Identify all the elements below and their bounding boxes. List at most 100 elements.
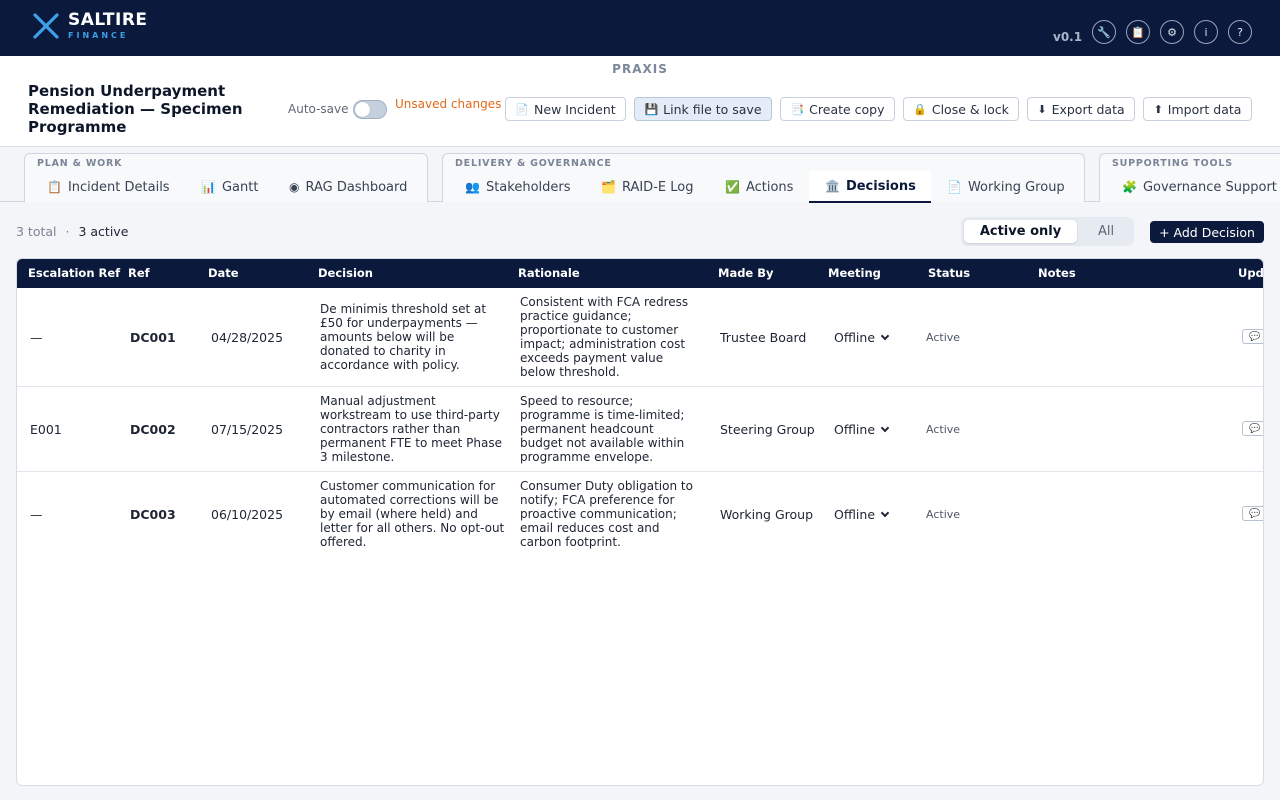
col-notes[interactable]: Notes: [1038, 259, 1076, 288]
col-date[interactable]: Date: [208, 259, 239, 288]
link-file-label: Link file to save: [663, 101, 762, 117]
made-by-cell: Working Group: [720, 507, 814, 522]
group-label-plan-work: PLAN & WORK: [37, 158, 123, 169]
link-file-button[interactable]: 💾 Link file to save: [634, 97, 772, 121]
tab-incident-details[interactable]: 📋 Incident Details: [31, 171, 186, 203]
date-cell: 06/10/2025: [211, 507, 284, 522]
clipboard-icon[interactable]: 📋: [1126, 20, 1150, 44]
upload-icon: ⬆: [1153, 102, 1163, 116]
tab-gantt[interactable]: 📊 Gantt: [185, 171, 274, 203]
import-data-button[interactable]: ⬆ Import data: [1143, 97, 1252, 121]
meeting-select[interactable]: Offline: [834, 507, 890, 522]
table-row[interactable]: — DC001 04/28/2025 De minimis threshold …: [17, 288, 1263, 387]
folder-icon: 🗂️: [601, 180, 616, 194]
escalation-ref-cell: —: [30, 507, 43, 522]
meeting-value: Offline: [834, 507, 876, 522]
import-data-label: Import data: [1167, 101, 1242, 117]
document-icon: 📄: [947, 180, 962, 194]
active-count: 3 active: [78, 224, 129, 239]
tab-label: Incident Details: [67, 179, 170, 195]
saltire-cross-icon: [33, 13, 59, 39]
group-label-delivery-governance: DELIVERY & GOVERNANCE: [455, 158, 612, 169]
escalation-ref-cell: E001: [30, 422, 62, 437]
total-count: 3 total: [16, 224, 57, 239]
decision-cell: De minimis threshold set at £50 for unde…: [320, 302, 487, 372]
summary-separator: ·: [65, 224, 70, 239]
chevron-down-icon: [880, 423, 890, 432]
filter-all[interactable]: All: [1081, 220, 1131, 243]
col-decision[interactable]: Decision: [318, 259, 373, 288]
comment-button[interactable]: 💬: [1242, 421, 1263, 436]
export-data-button[interactable]: ⬇ Export data: [1027, 97, 1135, 121]
target-icon: ◉: [289, 180, 300, 194]
date-cell: 07/15/2025: [211, 422, 284, 437]
col-made-by[interactable]: Made By: [718, 259, 774, 288]
table-row[interactable]: — DC003 06/10/2025 Customer communicatio…: [17, 472, 1263, 557]
group-label-supporting-tools: SUPPORTING TOOLS: [1112, 158, 1233, 169]
col-updates[interactable]: Upda: [1238, 259, 1263, 288]
tab-working-group[interactable]: 📄 Working Group: [931, 171, 1081, 203]
meeting-value: Offline: [834, 422, 876, 437]
tab-decisions[interactable]: 🏛️ Decisions: [809, 171, 931, 203]
unsaved-changes-indicator: Unsaved changes: [395, 97, 502, 111]
top-bar: SALTIRE FINANCE v0.1 🔧 📋 ⚙ i ?: [0, 0, 1280, 56]
toggle-knob: [355, 102, 370, 117]
checkmark-icon: ✅: [725, 180, 740, 194]
saltire-logo[interactable]: SALTIRE FINANCE: [32, 12, 148, 40]
meeting-value: Offline: [834, 330, 876, 345]
close-lock-label: Close & lock: [931, 101, 1009, 117]
tab-group-supporting-tools: SUPPORTING TOOLS 🧩 Governance Support: [1099, 153, 1280, 202]
brand-name: SALTIRE: [68, 10, 148, 30]
autosave-toggle[interactable]: [353, 100, 387, 119]
chevron-down-icon: [880, 331, 890, 340]
new-incident-label: New Incident: [534, 101, 616, 117]
tab-label: RAID-E Log: [621, 179, 694, 195]
meeting-select[interactable]: Offline: [834, 422, 890, 437]
speech-bubble-icon: 💬: [1249, 423, 1261, 434]
tab-governance-support[interactable]: 🧩 Governance Support: [1106, 171, 1277, 203]
tab-label: Decisions: [845, 178, 916, 194]
autosave-label: Auto-save: [288, 102, 349, 116]
info-icon[interactable]: i: [1194, 20, 1218, 44]
col-ref[interactable]: Ref: [128, 259, 150, 288]
filter-active-only[interactable]: Active only: [964, 220, 1077, 243]
programme-title: Pension Underpayment Remediation — Speci…: [28, 82, 243, 136]
create-copy-button[interactable]: 📑 Create copy: [780, 97, 895, 121]
people-icon: 👥: [465, 180, 480, 194]
brand-sub: FINANCE: [68, 31, 129, 40]
puzzle-icon: 🧩: [1122, 180, 1137, 194]
tab-label: Gantt: [221, 179, 259, 195]
escalation-ref-cell: —: [30, 330, 43, 345]
help-icon[interactable]: ?: [1228, 20, 1252, 44]
tab-group-delivery-governance: DELIVERY & GOVERNANCE 👥 Stakeholders 🗂️ RA…: [442, 153, 1085, 203]
new-incident-button[interactable]: 📄 New Incident: [505, 97, 626, 121]
programme-header: PRAXIS Pension Underpayment Remediation …: [0, 56, 1280, 147]
comment-button[interactable]: 💬: [1242, 506, 1263, 521]
col-meeting[interactable]: Meeting: [828, 259, 881, 288]
tab-rag-dashboard[interactable]: ◉ RAG Dashboard: [273, 171, 423, 203]
rationale-cell: Speed to resource; programme is time-lim…: [520, 394, 685, 464]
decisions-table: Escalation Ref Ref Date Decision Rationa…: [16, 258, 1264, 786]
decision-summary: 3 total · 3 active: [16, 224, 128, 239]
gear-icon[interactable]: ⚙: [1160, 20, 1184, 44]
decision-cell: Manual adjustment workstream to use thir…: [320, 394, 502, 464]
clipboard-icon: 📋: [47, 180, 62, 194]
col-rationale[interactable]: Rationale: [518, 259, 580, 288]
close-lock-button[interactable]: 🔒 Close & lock: [903, 97, 1019, 121]
speech-bubble-icon: 💬: [1249, 508, 1261, 519]
export-data-label: Export data: [1051, 101, 1125, 117]
add-decision-button[interactable]: + Add Decision: [1150, 221, 1264, 243]
col-escalation-ref[interactable]: Escalation Ref: [28, 259, 120, 288]
made-by-cell: Steering Group: [720, 422, 815, 437]
tab-raid-e-log[interactable]: 🗂️ RAID-E Log: [585, 171, 709, 203]
col-status[interactable]: Status: [928, 259, 970, 288]
tab-label: Actions: [745, 179, 794, 195]
comment-button[interactable]: 💬: [1242, 329, 1263, 344]
tab-actions[interactable]: ✅ Actions: [709, 171, 809, 203]
meeting-select[interactable]: Offline: [834, 330, 890, 345]
status-cell: Active: [926, 508, 961, 521]
tab-stakeholders[interactable]: 👥 Stakeholders: [449, 171, 587, 203]
status-filter: Active only All: [961, 217, 1134, 246]
table-row[interactable]: E001 DC002 07/15/2025 Manual adjustment …: [17, 387, 1263, 472]
wrench-icon[interactable]: 🔧: [1092, 20, 1116, 44]
